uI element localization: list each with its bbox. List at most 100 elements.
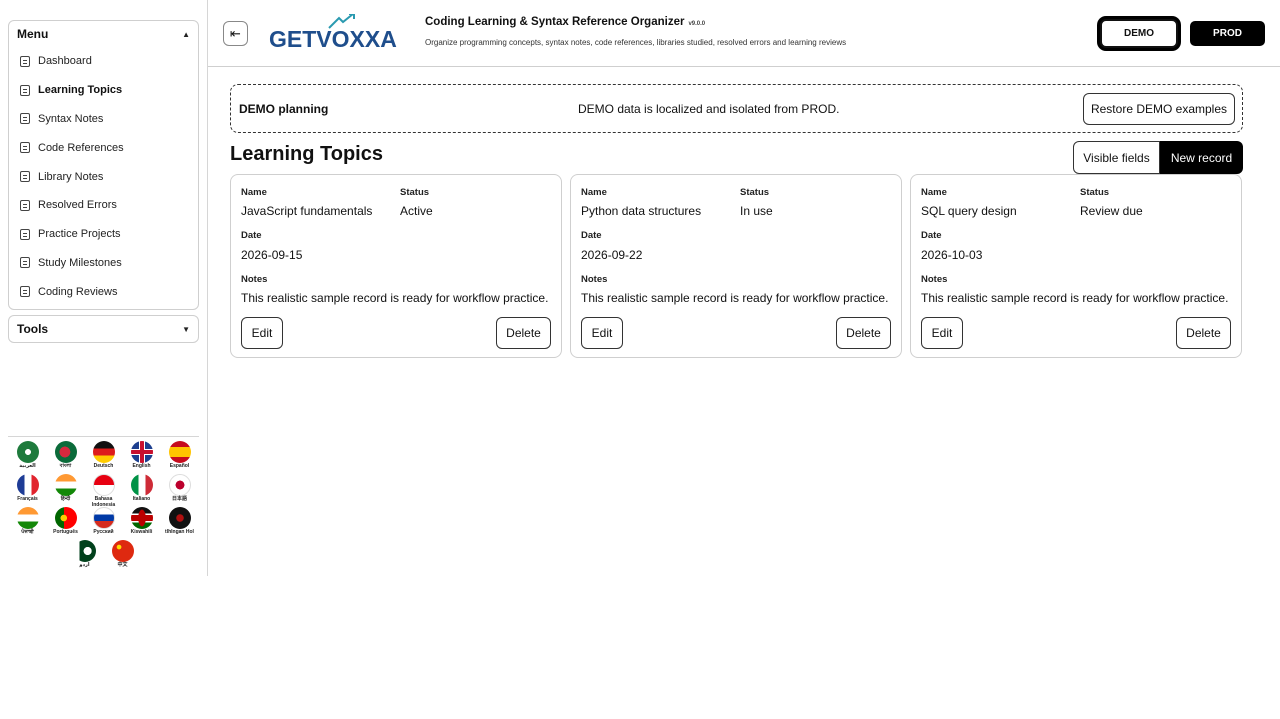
language-bengali[interactable]: বাংলা [47,441,85,474]
language-indonesian[interactable]: Bahasa Indonesia [85,474,123,507]
language-swahili[interactable]: Kiswahili [123,507,161,540]
language-label: हिन्दी [60,496,71,502]
language-klingon[interactable]: tlhIngan Hol [161,507,199,540]
language-label: Español [169,463,190,469]
app-title: Coding Learning & Syntax Reference Organ… [425,16,705,28]
sidebar: Menu ▲ Dashboard Learning Topics Syntax … [0,0,208,576]
app-subtitle: Organize programming concepts, syntax no… [425,38,847,47]
record-notes: This realistic sample record is ready fo… [581,291,889,305]
document-icon [20,171,30,183]
language-french[interactable]: Français [9,474,47,507]
field-label-notes: Notes [921,274,948,285]
delete-button[interactable]: Delete [836,317,891,349]
language-label: Français [17,496,38,502]
russia-flag-icon [92,507,115,529]
field-label-name: Name [241,187,267,198]
page-title: Learning Topics [230,143,383,165]
sidebar-item-label: Library Notes [38,170,104,183]
collapse-sidebar-button[interactable]: ⇤ [223,21,248,46]
field-label-status: Status [1080,187,1110,198]
language-label: Русский [93,529,114,535]
italy-flag-icon [130,474,153,496]
language-russian[interactable]: Русский [85,507,123,540]
edit-button[interactable]: Edit [581,317,623,349]
menu-panel: Menu ▲ Dashboard Learning Topics Syntax … [8,20,199,310]
new-record-button[interactable]: New record [1160,141,1243,174]
edit-button[interactable]: Edit [921,317,963,349]
language-portuguese[interactable]: Português [47,507,85,540]
visible-fields-button[interactable]: Visible fields [1073,141,1160,174]
document-icon [20,228,30,240]
language-label: বাংলা [59,463,72,469]
logo-text: GETVOXXA [269,26,397,52]
sidebar-item-label: Practice Projects [38,228,121,241]
france-flag-icon [16,474,39,496]
language-punjabi[interactable]: ਪੰਜਾਬੀ [9,507,47,540]
sidebar-item-practice-projects[interactable]: Practice Projects [9,220,198,249]
tools-title: Tools [17,322,49,336]
document-icon [20,55,30,67]
field-label-notes: Notes [241,274,268,285]
document-icon [20,142,30,154]
banner-message: DEMO data is localized and isolated from… [578,102,840,116]
language-urdu[interactable]: اردو [66,540,104,573]
divider [8,436,199,437]
language-selector: العربية বাংলা Deutsch English Español Fr… [8,441,199,573]
field-label-notes: Notes [581,274,608,285]
language-label: English [132,463,151,469]
field-label-date: Date [581,230,602,241]
language-chinese[interactable]: 中文 [104,540,142,573]
record-date: 2026-09-15 [241,248,303,262]
chevron-down-icon[interactable]: ▼ [182,325,190,334]
language-label: 日本語 [171,496,187,502]
sidebar-item-resolved-errors[interactable]: Resolved Errors [9,191,198,220]
language-label: العربية [19,463,36,469]
sidebar-item-code-references[interactable]: Code References [9,133,198,162]
pakistan-flag-icon [73,540,96,562]
language-label: tlhIngan Hol [165,529,194,535]
document-icon [20,84,30,96]
record-status: Active [400,204,433,218]
record-status: Review due [1080,204,1143,218]
env-prod-button[interactable]: PROD [1190,21,1265,46]
field-label-date: Date [241,230,262,241]
menu-header[interactable]: Menu ▲ [9,21,198,47]
field-label-status: Status [400,187,430,198]
language-italian[interactable]: Italiano [123,474,161,507]
sidebar-item-syntax-notes[interactable]: Syntax Notes [9,105,198,134]
language-spanish[interactable]: Español [161,441,199,474]
china-flag-icon [111,540,134,562]
edit-button[interactable]: Edit [241,317,283,349]
sidebar-item-library-notes[interactable]: Library Notes [9,162,198,191]
language-english[interactable]: English [123,441,161,474]
field-label-name: Name [581,187,607,198]
japan-flag-icon [168,474,191,496]
sidebar-item-coding-reviews[interactable]: Coding Reviews [9,277,198,306]
tools-panel[interactable]: Tools ▼ [8,315,199,343]
sidebar-item-dashboard[interactable]: Dashboard [9,47,198,76]
language-hindi[interactable]: हिन्दी [47,474,85,507]
record-status: In use [740,204,773,218]
record-card: Name SQL query design Status Review due … [910,174,1242,358]
language-japanese[interactable]: 日本語 [161,474,199,507]
language-arabic[interactable]: العربية [9,441,47,474]
delete-button[interactable]: Delete [1176,317,1231,349]
env-demo-button[interactable]: DEMO [1100,19,1178,48]
language-label: اردو [79,562,90,568]
indonesia-flag-icon [92,474,115,496]
record-notes: This realistic sample record is ready fo… [921,291,1229,305]
sidebar-item-label: Syntax Notes [38,112,104,125]
record-card: Name Python data structures Status In us… [570,174,902,358]
language-label: Italiano [132,496,151,502]
restore-demo-button[interactable]: Restore DEMO examples [1083,93,1235,125]
app-header: ⇤ GETVOXXA Coding Learning & Syntax Refe… [208,0,1280,67]
chevron-up-icon[interactable]: ▲ [182,30,190,39]
sidebar-item-learning-topics[interactable]: Learning Topics [9,76,198,105]
record-date: 2026-09-22 [581,248,643,262]
sidebar-item-study-milestones[interactable]: Study Milestones [9,249,198,278]
language-german[interactable]: Deutsch [85,441,123,474]
language-label: Kiswahili [130,529,153,535]
tools-header[interactable]: Tools ▼ [9,316,198,342]
banner-title: DEMO planning [239,102,329,116]
delete-button[interactable]: Delete [496,317,551,349]
